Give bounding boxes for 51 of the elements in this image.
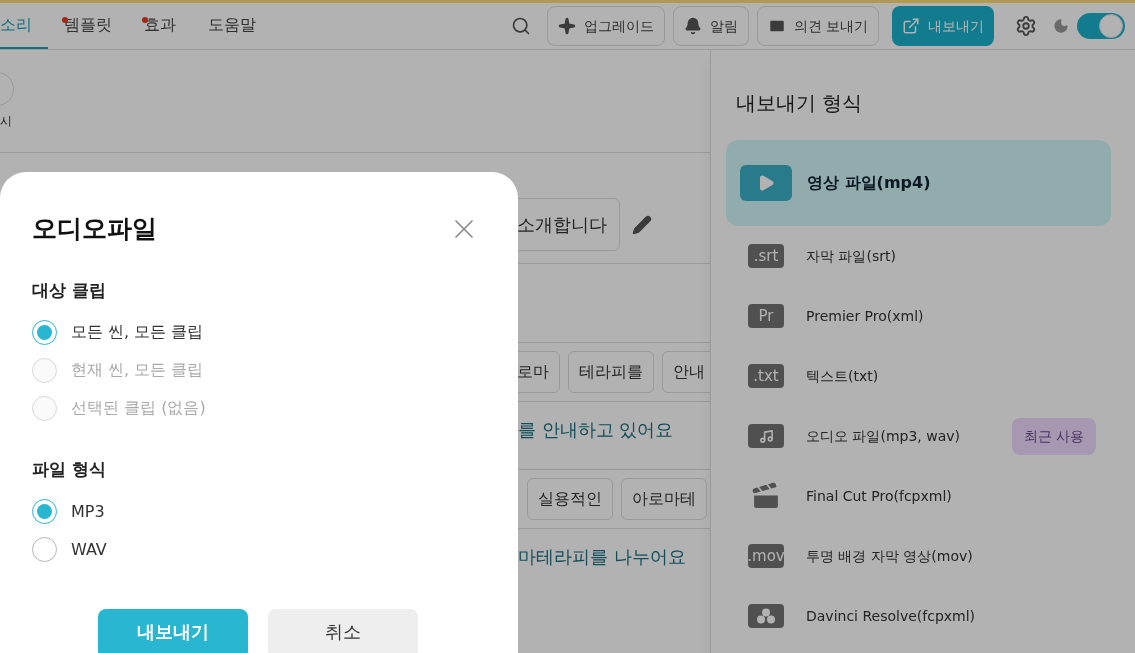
nav-tab[interactable]: 효과 bbox=[128, 3, 192, 49]
toolbar-button[interactable]: 의견 보내기 bbox=[756, 6, 879, 46]
radio-label: 모든 씬, 모든 클립 bbox=[71, 321, 204, 343]
format-item[interactable]: 영상 파일(mp4) bbox=[726, 140, 1111, 226]
keyword-chip[interactable]: 아로마테 bbox=[621, 478, 707, 520]
format-item[interactable]: Davinci Resolve(fcpxml) bbox=[726, 586, 1111, 646]
toolbar-button[interactable]: 알림 bbox=[672, 6, 749, 46]
settings-icon[interactable] bbox=[1015, 15, 1037, 37]
external-link-icon bbox=[902, 17, 920, 35]
radio-label: WAV bbox=[71, 538, 107, 561]
file-tag: .srt bbox=[748, 244, 784, 268]
format-label: 자막 파일(srt) bbox=[806, 246, 896, 266]
three-circles-icon bbox=[748, 604, 784, 628]
format-item[interactable]: 오디오 파일(mp3, wav) 최근 사용 bbox=[726, 406, 1111, 466]
radio-label: 현재 씬, 모든 클립 bbox=[71, 359, 204, 381]
file-tag: .txt bbox=[748, 364, 784, 388]
format-label: 텍스트(txt) bbox=[806, 366, 879, 386]
keyword-chip[interactable]: 테라피를 bbox=[568, 351, 654, 393]
bell-icon bbox=[683, 17, 702, 35]
nav-tab[interactable]: 도움말 bbox=[192, 3, 272, 49]
recent-badge: 최근 사용 bbox=[1011, 417, 1096, 455]
moon-icon bbox=[1053, 18, 1069, 34]
play-icon bbox=[740, 165, 792, 201]
nav-tab[interactable]: 템플릿 bbox=[48, 3, 128, 49]
search-icon[interactable] bbox=[510, 16, 531, 36]
format-label: 투명 배경 자막 영상(mov) bbox=[806, 546, 973, 566]
section-heading: 대상 클립 bbox=[32, 278, 107, 302]
format-item[interactable]: Pr Premier Pro(xml) bbox=[726, 286, 1111, 346]
format-label: Davinci Resolve(fcpxml) bbox=[806, 606, 976, 626]
format-label: Premier Pro(xml) bbox=[806, 306, 924, 326]
format-item[interactable]: .srt 자막 파일(srt) bbox=[726, 226, 1111, 286]
dialog-title: 오디오파일 bbox=[32, 213, 157, 245]
format-label: Final Cut Pro(fcpxml) bbox=[806, 486, 952, 506]
format-item[interactable]: Final Cut Pro(fcpxml) bbox=[726, 466, 1111, 526]
format-item[interactable]: .txt 텍스트(txt) bbox=[726, 346, 1111, 406]
keyword-chip[interactable]: 실용적인 bbox=[527, 478, 613, 520]
theme-toggle[interactable] bbox=[1077, 13, 1125, 39]
panel-title: 내보내기 형식 bbox=[736, 90, 864, 117]
file-tag: .mov bbox=[748, 544, 784, 568]
pencil-icon[interactable] bbox=[632, 214, 652, 235]
sparkle-icon bbox=[557, 17, 576, 35]
dialog-button[interactable]: 취소 bbox=[268, 608, 418, 653]
file-tag: Pr bbox=[748, 304, 784, 328]
section-heading: 파일 형식 bbox=[32, 458, 107, 481]
format-label: 영상 파일(mp4) bbox=[807, 172, 931, 194]
format-item[interactable]: .mov 투명 배경 자막 영상(mov) bbox=[726, 526, 1111, 586]
toolbar-button[interactable]: 업그레이드 bbox=[546, 6, 665, 46]
radio-label: MP3 bbox=[71, 500, 105, 523]
option-label: 시 bbox=[0, 113, 13, 130]
format-label: 오디오 파일(mp3, wav) bbox=[806, 426, 961, 446]
music-note-icon bbox=[748, 424, 784, 448]
